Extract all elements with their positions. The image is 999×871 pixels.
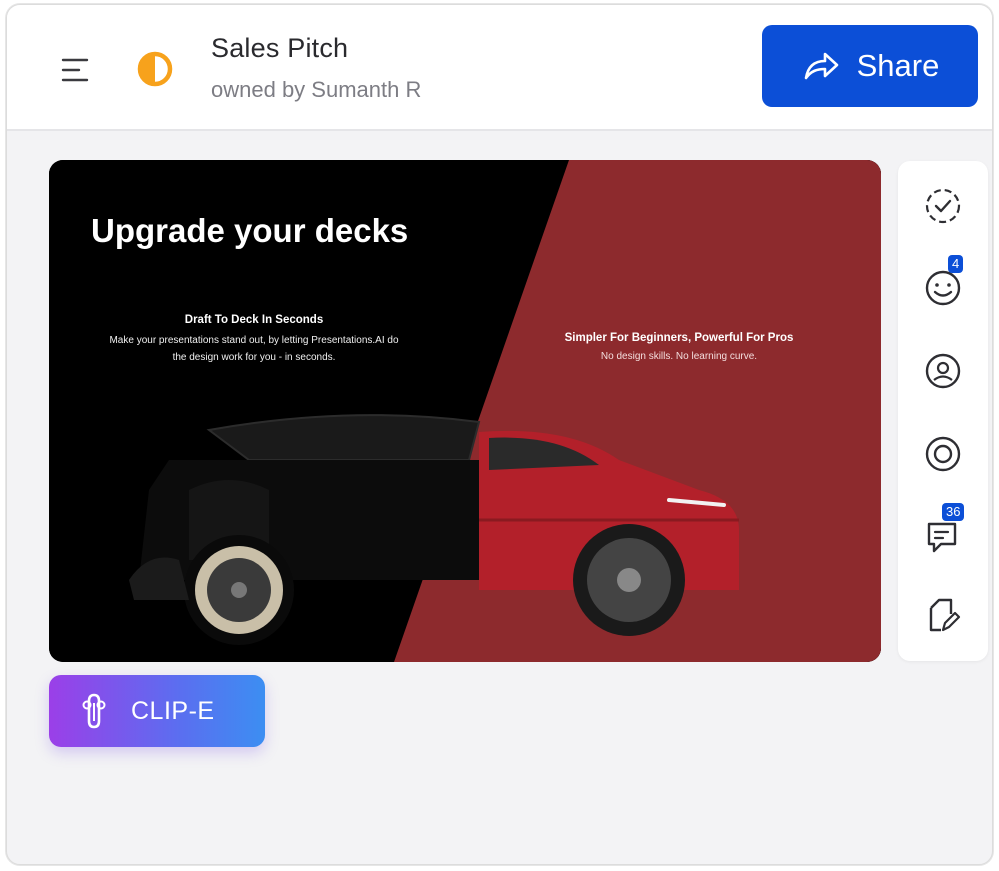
right-heading: Simpler For Beginners, Powerful For Pros <box>564 332 794 344</box>
right-body-text: No design skills. No learning curve. <box>600 351 758 362</box>
target-icon[interactable] <box>918 429 968 479</box>
side-toolbar: 4 36 <box>898 161 988 661</box>
comments-badge: 36 <box>942 503 965 521</box>
reactions-badge: 4 <box>948 255 964 273</box>
document-title[interactable]: Sales Pitch <box>211 33 348 64</box>
half-circle-icon[interactable] <box>137 51 173 87</box>
share-arrow-icon <box>804 52 838 80</box>
user-circle-icon[interactable] <box>918 346 968 396</box>
comment-icon[interactable]: 36 <box>918 503 968 561</box>
check-circle-icon[interactable] <box>918 181 968 231</box>
share-label: Share <box>856 48 940 83</box>
slide-canvas[interactable]: Upgrade your decks Draft To Deck In Seco… <box>49 160 881 662</box>
menu-icon[interactable] <box>61 55 95 85</box>
clip-e-button[interactable]: CLIP-E <box>49 675 265 747</box>
document-owner: owned by Sumanth R <box>211 77 422 102</box>
smile-icon[interactable]: 4 <box>918 255 968 311</box>
clip-e-label: CLIP-E <box>131 696 215 725</box>
left-heading: Draft To Deck In Seconds <box>184 314 324 326</box>
top-bar: Sales Pitch owned by Sumanth R Share <box>7 5 992 131</box>
slide-title: Upgrade your decks <box>91 212 409 249</box>
share-button[interactable]: Share <box>762 25 978 107</box>
edit-icon[interactable] <box>918 591 968 641</box>
app-window: Sales Pitch owned by Sumanth R Share Upg… <box>6 4 993 865</box>
left-body-text: Make your presentations stand out, by le… <box>109 335 399 363</box>
paperclip-icon <box>82 693 106 729</box>
